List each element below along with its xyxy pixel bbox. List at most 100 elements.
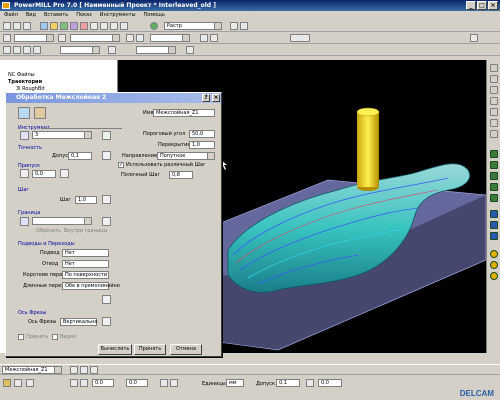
name-field[interactable]: Межслойная_Z1	[153, 109, 215, 117]
strategy-bottom-icon[interactable]	[160, 379, 168, 387]
status-icon-2[interactable]	[80, 366, 88, 374]
allowance-bottom-icon[interactable]	[306, 379, 314, 387]
left-view-icon[interactable]	[490, 119, 498, 127]
value-field-1[interactable]: 0,0	[92, 379, 114, 387]
allowance-bottom-field[interactable]: 0,0	[318, 379, 342, 387]
boundary-icon[interactable]	[60, 22, 68, 30]
axis-settings-icon[interactable]	[102, 317, 111, 326]
model-icon[interactable]	[490, 194, 498, 202]
long-link-field[interactable]: Обе в прямолинейно	[62, 282, 120, 290]
view-iso-icon[interactable]	[3, 46, 11, 54]
close-button[interactable]: ×	[488, 1, 498, 10]
tool-icon[interactable]	[50, 22, 58, 30]
fit-icon[interactable]	[108, 46, 116, 54]
direction-combo[interactable]: Попутное	[157, 152, 215, 160]
minimize-button[interactable]: _	[466, 1, 476, 10]
boundary-settings-icon[interactable]	[102, 217, 111, 226]
help-icon[interactable]	[470, 34, 478, 42]
short-link-field[interactable]: По поверхности	[62, 271, 109, 279]
menu-file[interactable]: Файл	[4, 11, 18, 20]
threshold-angle-field[interactable]: 50,0	[189, 130, 215, 138]
rapid-icon[interactable]	[110, 22, 118, 30]
display-combo[interactable]	[150, 34, 190, 42]
strategy-combo[interactable]: Растр	[164, 22, 222, 30]
tree-item-nc-files[interactable]: NC Файлы	[8, 72, 35, 78]
tool-settings-icon[interactable]	[102, 131, 111, 140]
bottom-view-icon[interactable]	[490, 130, 498, 138]
feed-icon[interactable]	[14, 379, 22, 387]
status-icon-1[interactable]	[70, 366, 78, 374]
hidden-icon[interactable]	[490, 172, 498, 180]
level-combo[interactable]	[70, 34, 120, 42]
new-icon[interactable]	[3, 22, 11, 30]
menu-view[interactable]: Вид	[26, 11, 36, 20]
allowance-field[interactable]: 0,0	[32, 170, 56, 178]
open-icon[interactable]	[13, 22, 21, 30]
menu-insert[interactable]: Вставить	[44, 11, 68, 20]
tolerance-dropper-icon[interactable]	[102, 151, 111, 160]
view-front-icon[interactable]	[23, 46, 31, 54]
dialog-close-button[interactable]: ×	[212, 94, 220, 102]
zoom-in-icon[interactable]	[490, 210, 498, 218]
view-side-icon[interactable]	[33, 46, 41, 54]
menu-tools[interactable]: Инструменты	[100, 11, 136, 20]
block-icon[interactable]	[40, 22, 48, 30]
front-view-icon[interactable]	[490, 86, 498, 94]
right-view-icon[interactable]	[490, 97, 498, 105]
shade-icon[interactable]	[200, 34, 208, 42]
material-icon[interactable]	[490, 261, 498, 269]
light-icon[interactable]	[490, 272, 498, 280]
wire-icon[interactable]	[490, 161, 498, 169]
leads-icon[interactable]	[90, 22, 98, 30]
undo-icon[interactable]	[126, 34, 134, 42]
wireframe-icon[interactable]	[210, 34, 218, 42]
units-field[interactable]: мм	[226, 379, 244, 387]
pattern-icon[interactable]	[70, 22, 78, 30]
status-icon-3[interactable]	[90, 366, 98, 374]
menu-help[interactable]: Помощь	[144, 11, 165, 20]
zoom-out-icon[interactable]	[490, 221, 498, 229]
z-icon[interactable]	[80, 379, 88, 387]
allowance-icon[interactable]	[20, 169, 29, 178]
full-step-field[interactable]: 0,8	[169, 171, 193, 179]
spindle-icon[interactable]	[26, 379, 34, 387]
cancel-button[interactable]: Отмена	[170, 344, 202, 355]
tolerance-field[interactable]: 0,1	[68, 152, 92, 160]
lead-in-field[interactable]: Нет	[62, 249, 109, 257]
value-field-2[interactable]: 0,0	[126, 379, 148, 387]
view-top-icon[interactable]	[13, 46, 21, 54]
leads-settings-icon[interactable]	[102, 295, 111, 304]
save-icon[interactable]	[23, 22, 31, 30]
step-settings-icon[interactable]	[102, 195, 111, 204]
top-view-icon[interactable]	[490, 75, 498, 83]
back-view-icon[interactable]	[490, 108, 498, 116]
toolpath-combo[interactable]: Межслойная_Z1	[2, 366, 62, 374]
selection-combo[interactable]	[14, 34, 54, 42]
boundary-type-icon[interactable]	[20, 217, 29, 226]
dialog-help-button[interactable]: ?	[202, 94, 210, 102]
shaded-icon[interactable]	[490, 150, 498, 158]
feature-icon[interactable]	[80, 22, 88, 30]
pan-icon[interactable]	[240, 22, 248, 30]
workplane-combo[interactable]	[136, 46, 176, 54]
step-field[interactable]: 1,0	[75, 196, 97, 204]
tolerance-bottom-field[interactable]: 0,1	[276, 379, 300, 387]
tool-bottom-icon[interactable]	[3, 379, 11, 387]
menu-display[interactable]: Показ	[76, 11, 92, 20]
tree-item-toolpaths[interactable]: Траектории	[8, 79, 42, 85]
calculate-button[interactable]: Вычислить	[98, 344, 132, 355]
zoom-icon[interactable]	[230, 22, 238, 30]
axis-field[interactable]: Вертикально	[60, 318, 97, 326]
overlap-field[interactable]: 1,0	[189, 141, 215, 149]
lead-out-field[interactable]: Нет	[62, 260, 109, 268]
iso-view-icon[interactable]	[490, 64, 498, 72]
boundary-combo[interactable]	[32, 217, 92, 225]
preview-checkbox[interactable]	[52, 334, 58, 340]
calculate-icon[interactable]	[150, 22, 158, 30]
feedrate-icon[interactable]	[100, 22, 108, 30]
redo-icon[interactable]	[136, 34, 144, 42]
workplane-icon[interactable]	[186, 46, 194, 54]
xy-icon[interactable]	[70, 379, 78, 387]
slider-icon[interactable]	[290, 34, 310, 42]
filter-icon[interactable]	[58, 34, 66, 42]
